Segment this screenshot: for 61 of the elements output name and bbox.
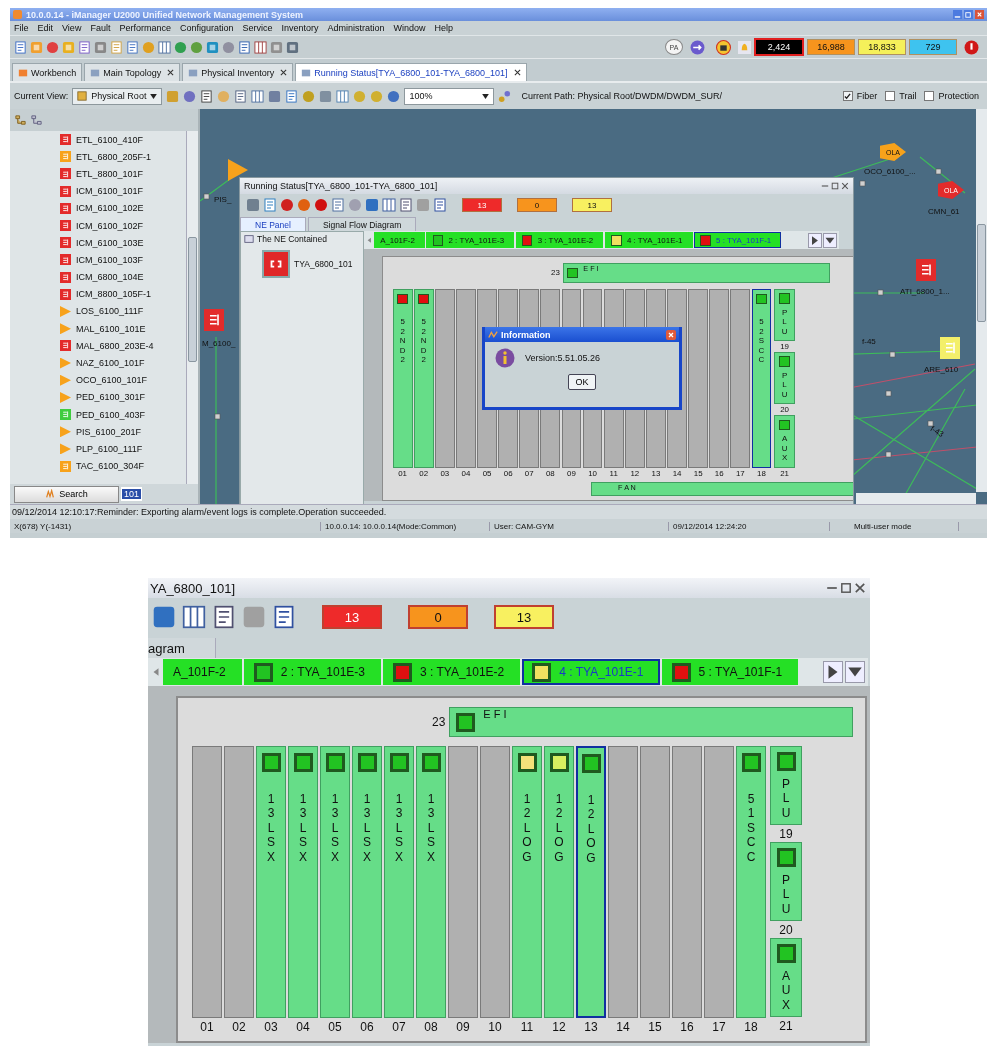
slot-number: 12 bbox=[552, 1018, 566, 1035]
slot-number: 07 bbox=[392, 1018, 406, 1035]
board-label: PLU bbox=[781, 873, 791, 917]
slot-number: 15 bbox=[648, 1018, 662, 1035]
slot-number: 13 bbox=[584, 1018, 598, 1035]
checkbox-label: Trail bbox=[899, 91, 917, 101]
slot-number: 04 bbox=[296, 1018, 310, 1035]
window-title: YA_6800_101] bbox=[150, 580, 236, 596]
slot-number: 16 bbox=[680, 1018, 694, 1035]
board-label: PLU bbox=[781, 777, 791, 821]
slot-number: 01 bbox=[200, 1018, 214, 1035]
checkbox-label: Fiber bbox=[856, 91, 878, 101]
slot-number: 20 bbox=[779, 921, 793, 938]
status-message: 09/12/2014 12:10:17:Reminder: Exporting alarm/event logs is complete.Operation succeeded. bbox=[10, 504, 987, 519]
status-field: User: CAM-GYM bbox=[490, 521, 669, 531]
board-label: 51SCC bbox=[746, 792, 756, 864]
link-label: f-43 bbox=[928, 424, 946, 439]
board-label: F A N bbox=[618, 483, 636, 493]
link-label: f-45 bbox=[862, 337, 876, 346]
status-field: X(678) Y(-1431) bbox=[10, 521, 321, 531]
slot-number: 09 bbox=[456, 1018, 470, 1035]
window-title: 10.0.0.14 - iManager U2000 Unified Network Management System bbox=[26, 9, 304, 20]
slot-number: 21 bbox=[779, 1017, 793, 1034]
node-label: CMN_61 bbox=[928, 207, 960, 216]
window-title: Running Status[TYA_6800_101-TYA_6800_101] bbox=[244, 181, 438, 191]
status-field: Multi-user mode bbox=[850, 521, 959, 531]
slot-number: 11 bbox=[520, 1018, 534, 1035]
node-label: OCO_6100_... bbox=[864, 167, 916, 176]
board-label: 12LOG bbox=[522, 792, 532, 864]
board-label: 13LSX bbox=[362, 792, 372, 864]
board-label: 12LOG bbox=[554, 792, 564, 864]
node-label: PIS_ bbox=[214, 195, 232, 204]
slot-number: 05 bbox=[328, 1018, 342, 1035]
board-label: E F I bbox=[583, 263, 599, 273]
current-path: Current Path: Physical Root/DWDM/DWDM_SUR/ bbox=[521, 91, 722, 101]
slot-number: 02 bbox=[232, 1018, 246, 1035]
checkbox-label: Protection bbox=[938, 91, 979, 101]
board-label: 12LOG bbox=[586, 793, 596, 865]
slot-number: 03 bbox=[264, 1018, 278, 1035]
slot-number: 14 bbox=[616, 1018, 630, 1035]
slot-number: 17 bbox=[712, 1018, 726, 1035]
board-label: E F I bbox=[483, 708, 507, 720]
board-label: 13LSX bbox=[266, 792, 276, 864]
slot-number: 06 bbox=[360, 1018, 374, 1035]
dialog-message: Version:5.51.05.26 bbox=[525, 353, 601, 363]
board-label: 13LSX bbox=[298, 792, 308, 864]
node-label: M_6100_ bbox=[202, 339, 236, 348]
node-label: ATI_6800_1... bbox=[900, 287, 950, 296]
current-view-label: Current View: bbox=[14, 91, 69, 101]
board-label: 13LSX bbox=[426, 792, 436, 864]
board-label: 13LSX bbox=[394, 792, 404, 864]
slot-number: 08 bbox=[424, 1018, 438, 1035]
dialog-title: Information bbox=[501, 329, 551, 340]
slot-number: 10 bbox=[488, 1018, 502, 1035]
board-label: AUX bbox=[781, 969, 791, 1013]
slot-number: 19 bbox=[779, 825, 793, 842]
status-field: 09/12/2014 12:24:20 bbox=[669, 521, 830, 531]
board-label: 13LSX bbox=[330, 792, 340, 864]
status-field: 10.0.0.14: 10.0.0.14(Mode:Common) bbox=[321, 521, 490, 531]
slot-number: 18 bbox=[744, 1018, 758, 1035]
slot-number: 23 bbox=[432, 714, 446, 731]
